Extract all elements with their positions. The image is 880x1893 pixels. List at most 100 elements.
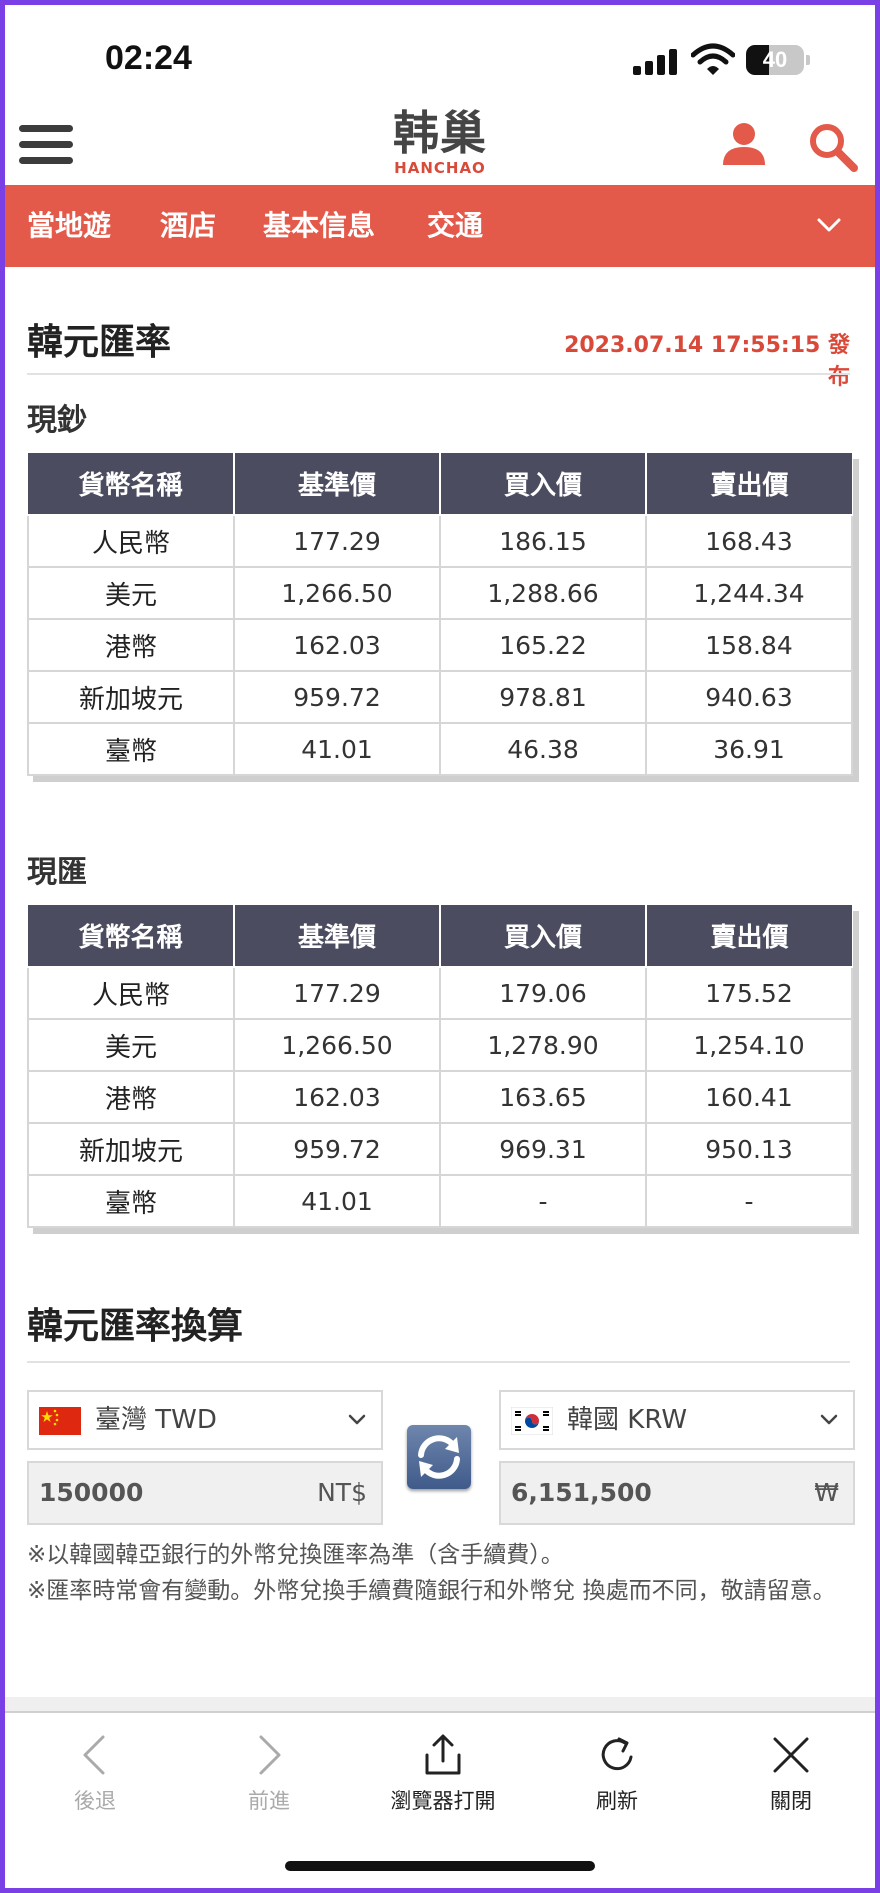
cash-rate-table: 貨幣名稱 基準價 買入價 賣出價 人民幣 177.29 186.15 168.4…	[27, 453, 853, 776]
from-amount-unit: NT$	[317, 1478, 367, 1507]
sell-price: -	[645, 1174, 853, 1228]
currency-name: 港幣	[27, 618, 235, 672]
nav-item-transport[interactable]: 交通	[427, 185, 483, 267]
rates-title: 韓元匯率	[27, 322, 172, 363]
base-price: 162.03	[233, 1070, 441, 1124]
col-header-base: 基準價	[233, 453, 441, 516]
currency-name: 人民幣	[27, 966, 235, 1020]
hanchao-logo[interactable]: 韩巢 HANCHAO	[390, 107, 490, 177]
swap-icon	[418, 1435, 460, 1479]
nav-item-hotels[interactable]: 酒店	[160, 185, 216, 267]
sell-price: 940.63	[645, 670, 853, 724]
logo-text-en: HANCHAO	[394, 159, 486, 177]
from-amount-input[interactable]: 150000 NT$	[27, 1461, 383, 1525]
table-row: 人民幣 177.29 179.06 175.52	[27, 966, 853, 1020]
app-header: 韩巢 HANCHAO	[5, 105, 875, 185]
base-price: 1,266.50	[233, 566, 441, 620]
base-price: 162.03	[233, 618, 441, 672]
converter-note-1: ※以韓國韓亞銀行的外幣兌換匯率為準（含手續費）。	[27, 1542, 564, 1568]
open-in-browser-label: 瀏覽器打開	[390, 1789, 496, 1813]
refresh-label: 刷新	[596, 1789, 638, 1813]
sell-price: 160.41	[645, 1070, 853, 1124]
battery-percentage: 40	[762, 47, 788, 72]
col-header-base: 基準價	[233, 905, 441, 968]
to-amount-unit: ₩	[814, 1478, 839, 1507]
back-button[interactable]: 後退	[25, 1733, 165, 1815]
currency-name: 美元	[27, 1018, 235, 1072]
currency-name: 臺幣	[27, 1174, 235, 1228]
forward-label: 前進	[248, 1789, 290, 1813]
from-currency-label: 臺灣 TWD	[95, 1405, 217, 1435]
currency-name: 人民幣	[27, 514, 235, 568]
home-indicator	[285, 1861, 595, 1871]
buy-price: 179.06	[439, 966, 647, 1020]
refresh-button[interactable]: 刷新	[547, 1733, 687, 1815]
col-header-sell: 賣出價	[645, 453, 852, 516]
sell-price: 168.43	[645, 514, 853, 568]
battery-icon: 40	[746, 45, 804, 75]
nav-item-basic-info[interactable]: 基本信息	[263, 185, 375, 267]
col-header-currency: 貨幣名稱	[28, 453, 235, 516]
buy-price: 46.38	[439, 722, 647, 776]
base-price: 41.01	[233, 722, 441, 776]
col-header-buy: 買入價	[439, 905, 647, 968]
sell-price: 175.52	[645, 966, 853, 1020]
user-icon[interactable]	[721, 121, 767, 167]
buy-price: 163.65	[439, 1070, 647, 1124]
nav-item-local-tours[interactable]: 當地遊	[27, 185, 111, 267]
korea-flag-icon	[511, 1407, 553, 1435]
open-in-browser-button[interactable]: 瀏覽器打開	[373, 1733, 513, 1815]
to-currency-label: 韓國 KRW	[567, 1405, 688, 1435]
buy-price: 1,288.66	[439, 566, 647, 620]
sell-price: 36.91	[645, 722, 853, 776]
table-row: 美元 1,266.50 1,278.90 1,254.10	[27, 1018, 853, 1072]
close-icon	[773, 1737, 809, 1773]
buy-price: 165.22	[439, 618, 647, 672]
divider	[27, 1361, 850, 1363]
base-price: 959.72	[233, 670, 441, 724]
from-currency-select[interactable]: 臺灣 TWD	[27, 1390, 383, 1450]
table-row: 港幣 162.03 165.22 158.84	[27, 618, 853, 672]
swap-currency-button[interactable]	[407, 1425, 471, 1489]
back-label: 後退	[74, 1789, 116, 1813]
buy-price: 978.81	[439, 670, 647, 724]
battery-tip	[806, 55, 810, 65]
status-time: 02:24	[105, 39, 192, 77]
chevron-down-icon[interactable]	[815, 213, 843, 237]
spot-rate-table: 貨幣名稱 基準價 買入價 賣出價 人民幣 177.29 179.06 175.5…	[27, 905, 853, 1228]
sell-price: 950.13	[645, 1122, 853, 1176]
table-row: 臺幣 41.01 - -	[27, 1174, 853, 1228]
category-nav: 當地遊 酒店 基本信息 交通	[5, 185, 875, 267]
chevron-right-icon	[259, 1735, 281, 1775]
status-bar: 02:24 40	[5, 5, 875, 105]
chevron-down-icon	[820, 1414, 838, 1425]
divider	[27, 373, 850, 375]
sell-price: 1,244.34	[645, 566, 853, 620]
table-row: 臺幣 41.01 46.38 36.91	[27, 722, 853, 776]
search-icon[interactable]	[807, 121, 859, 173]
forward-button[interactable]: 前進	[199, 1733, 339, 1815]
wifi-icon	[691, 43, 735, 75]
share-icon	[425, 1734, 461, 1775]
chevron-down-icon	[348, 1414, 366, 1425]
from-amount-value: 150000	[39, 1478, 144, 1507]
currency-name: 新加坡元	[27, 1122, 235, 1176]
converter-note-2: ※匯率時常會有變動。外幣兌換手續費隨銀行和外幣兌 換處而不同，敬請留意。	[27, 1578, 836, 1604]
sell-price: 1,254.10	[645, 1018, 853, 1072]
buy-price: 969.31	[439, 1122, 647, 1176]
spot-title: 現匯	[27, 855, 87, 890]
sell-price: 158.84	[645, 618, 853, 672]
close-button[interactable]: 關閉	[721, 1733, 861, 1815]
base-price: 177.29	[233, 514, 441, 568]
to-currency-select[interactable]: 韓國 KRW	[499, 1390, 855, 1450]
chevron-left-icon	[83, 1735, 105, 1775]
to-amount-input[interactable]: 6,151,500 ₩	[499, 1461, 855, 1525]
cellular-signal-icon	[633, 49, 681, 75]
base-price: 177.29	[233, 966, 441, 1020]
bottom-divider	[5, 1697, 875, 1711]
col-header-buy: 買入價	[439, 453, 647, 516]
base-price: 1,266.50	[233, 1018, 441, 1072]
currency-name: 港幣	[27, 1070, 235, 1124]
currency-name: 新加坡元	[27, 670, 235, 724]
menu-icon[interactable]	[19, 125, 73, 165]
